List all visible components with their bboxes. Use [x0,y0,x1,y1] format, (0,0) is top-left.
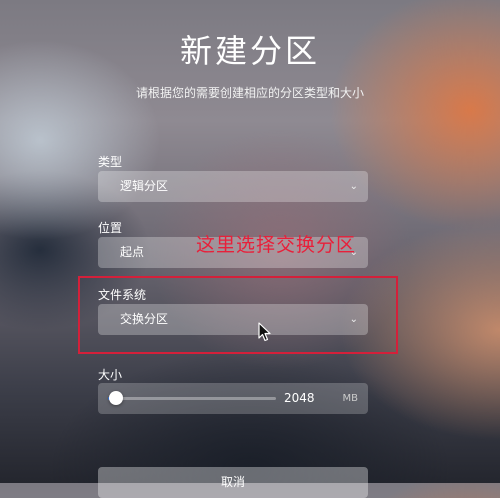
size-unit: MB [342,393,359,404]
type-label: 类型 [98,155,123,169]
type-select-value: 逻辑分区 [120,179,169,193]
type-select[interactable]: 逻辑分区 ⌄ [98,171,368,202]
chevron-down-icon: ⌄ [349,181,358,192]
size-slider-thumb[interactable] [109,391,124,405]
annotation-text: 这里选择交换分区 [196,234,357,256]
size-value[interactable]: 2048 [284,383,315,414]
annotation-highlight-box [78,276,398,354]
size-slider-track[interactable] [108,397,276,400]
location-label: 位置 [98,221,123,235]
dialog-subtitle: 请根据您的需要创建相应的分区类型和大小 [135,86,364,100]
location-select-value: 起点 [120,245,145,259]
mouse-pointer-icon [258,322,271,342]
size-control: 2048 MB [98,383,368,414]
dialog-title: 新建分区 [179,32,320,70]
size-label: 大小 [98,368,123,382]
